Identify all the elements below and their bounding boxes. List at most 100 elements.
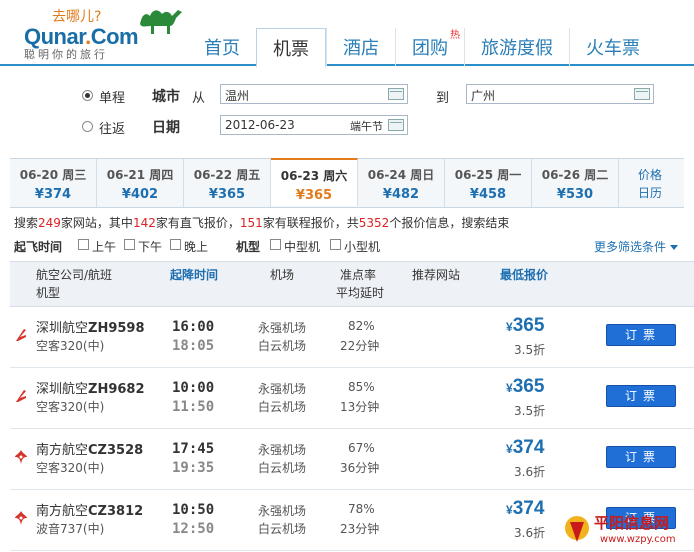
flight-airline: 南方航空CZ3812 [36,500,143,519]
col-ontime[interactable]: 准点率 [340,266,376,284]
evening-label: 晚上 [184,240,209,254]
date-tab[interactable]: 06-21 周四 ¥402 [97,159,184,207]
city-picker-icon[interactable] [388,88,404,100]
book-button[interactable]: 订票 [606,385,676,407]
date-tab[interactable]: 06-26 周二 ¥530 [532,159,619,207]
col-airline[interactable]: 航空公司/航班 [36,266,112,284]
more-filters-label: 更多筛选条件 [593,240,666,254]
date-tab-selected[interactable]: 06-23 周六 ¥365 [271,158,358,206]
summary-text: 个报价信息，搜索结束 [389,216,510,230]
date-input[interactable]: 2012-06-23 端午节 [220,115,408,135]
col-airport: 机场 [270,268,295,282]
flight-number: ZH9598 [88,321,145,336]
price-value: 374 [512,498,545,519]
camel-icon [140,10,182,34]
lowest-price[interactable]: ¥365 [506,315,544,337]
discount: 3.6折 [514,526,546,540]
more-filters-link[interactable]: 更多筛选条件 [594,238,678,255]
currency-symbol: ¥ [506,442,513,456]
departure-time: 10:50 [172,502,215,518]
midsize-checkbox[interactable] [270,239,281,250]
flight-row[interactable]: 深圳航空ZH9682 空客320(中) 10:00 11:50 永强机场 白云机… [10,368,694,429]
lowest-price[interactable]: ¥365 [506,376,544,398]
city-picker-icon[interactable] [634,88,650,100]
summary-text: 家有直飞报价， [155,216,240,230]
price-value: 374 [512,437,545,458]
calendar-icon[interactable] [388,119,404,131]
flight-airline: 深圳航空ZH9682 [36,378,145,397]
airline-name: 深圳航空 [36,321,89,336]
ontime-rate: 82% [348,319,375,333]
ontime-rate: 78% [348,502,375,516]
arrival-airport: 白云机场 [258,339,307,353]
airline-name: 南方航空 [36,443,89,458]
avg-delay: 23分钟 [340,522,380,536]
evening-checkbox[interactable] [170,239,181,250]
date-tab-price: ¥482 [382,187,420,202]
date-tab-date: 06-25 周一 [454,168,522,182]
departure-time: 17:45 [172,441,215,457]
date-tab-price: ¥402 [121,187,159,202]
date-tab-date: 06-26 周二 [541,168,609,182]
to-city-input[interactable]: 广州 [466,84,654,104]
to-label: 到 [436,91,450,106]
date-tab-price: ¥530 [556,187,594,202]
col-price-sort[interactable]: 最低报价 [500,266,548,284]
summary-sites-count: 249 [38,216,61,230]
roundtrip-radio[interactable] [82,121,93,132]
flight-row[interactable]: 南方航空CZ3528 空客320(中) 17:45 19:35 永强机场 白云机… [10,429,694,490]
col-time-sort[interactable]: 起降时间 [170,266,218,284]
lowest-price[interactable]: ¥374 [506,498,544,520]
nav-flights[interactable]: 机票 [256,28,326,68]
date-tab-price: ¥458 [469,187,507,202]
morning-checkbox[interactable] [78,239,89,250]
from-label: 从 [192,91,206,106]
nav-train[interactable]: 火车票 [569,28,656,66]
date-tab-date: 06-21 周四 [106,168,174,182]
price-calendar-link[interactable]: 价格 日历 [619,159,681,207]
nav-groupbuy-label: 团购 [412,38,448,59]
from-city-input[interactable]: 温州 [220,84,408,104]
nav-vacation[interactable]: 旅游度假 [464,28,569,66]
nav-hotels[interactable]: 酒店 [326,28,395,66]
midsize-label: 中型机 [284,240,321,254]
summary-connect-count: 151 [239,216,263,230]
qunar-logo[interactable]: 去哪儿? Qunar.Com 聪明你的旅行 [24,4,184,62]
site-header: 去哪儿? Qunar.Com 聪明你的旅行 首页 机票 酒店 团购热 旅游度假 … [0,0,694,68]
avg-delay: 36分钟 [340,461,380,475]
book-button[interactable]: 订票 [606,446,676,468]
date-tab-price: ¥365 [208,187,246,202]
to-city-value: 广州 [471,89,496,103]
flight-number: CZ3812 [88,504,144,519]
search-summary: 搜索249家网站，其中142家有直飞报价，151家有联程报价，共5352个报价信… [14,214,509,231]
currency-symbol: ¥ [506,503,513,517]
departure-airport: 永强机场 [258,321,307,335]
aircraft-model: 空客320(中) [36,339,105,353]
flight-number: ZH9682 [88,382,145,397]
price-value: 365 [512,315,545,336]
aircraft-type-label: 机型 [236,240,261,254]
col-model: 机型 [36,286,61,300]
nav-groupbuy[interactable]: 团购热 [395,28,464,66]
arrival-airport: 白云机场 [258,461,307,475]
book-button[interactable]: 订票 [606,324,676,346]
flight-row[interactable]: 深圳航空ZH9598 空客320(中) 16:00 18:05 永强机场 白云机… [10,307,694,368]
date-tab[interactable]: 06-22 周五 ¥365 [184,159,271,207]
date-tab-price: ¥374 [34,187,72,202]
small-checkbox[interactable] [330,239,341,250]
flight-airline: 深圳航空ZH9598 [36,317,145,336]
avg-delay: 13分钟 [340,400,380,414]
shenzhen-airlines-icon [16,390,26,402]
afternoon-checkbox[interactable] [124,239,135,250]
china-southern-icon [15,450,27,464]
lowest-price[interactable]: ¥374 [506,437,544,459]
departure-airport: 永强机场 [258,443,307,457]
small-label: 小型机 [344,240,381,254]
nav-home[interactable]: 首页 [188,28,256,66]
chevron-down-icon [670,245,678,250]
date-tab[interactable]: 06-20 周三 ¥374 [10,159,97,207]
oneway-radio[interactable] [82,90,93,101]
price-value: 365 [512,376,545,397]
date-tab[interactable]: 06-24 周日 ¥482 [358,159,445,207]
date-tab[interactable]: 06-25 周一 ¥458 [445,159,532,207]
